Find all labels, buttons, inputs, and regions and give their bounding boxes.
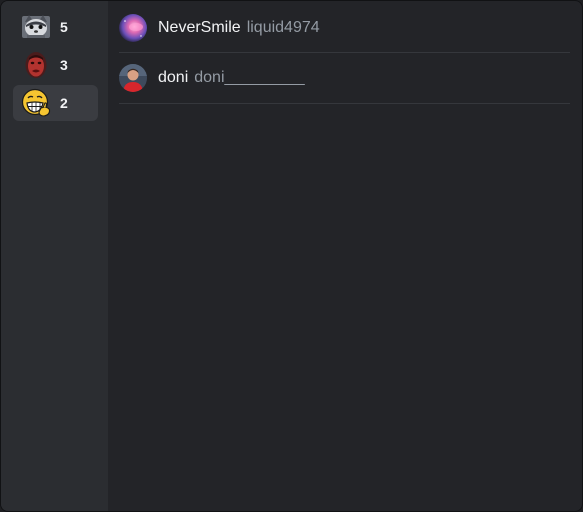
reactor-row[interactable]: doni doni_________ <box>119 53 570 104</box>
reaction-count: 5 <box>60 19 68 35</box>
reactor-username: liquid4974 <box>246 18 320 36</box>
reactions-popout: 5 3 2 NeverSmile liquid4974 doni doni___… <box>0 0 583 512</box>
reaction-count: 3 <box>60 57 68 73</box>
reaction-list: 5 3 2 <box>1 1 108 511</box>
reaction-tab-grinning-thumbs-up[interactable]: 2 <box>13 85 98 121</box>
reaction-tab-red-face[interactable]: 3 <box>13 47 98 83</box>
reaction-tab-cat[interactable]: 5 <box>13 9 98 45</box>
reactor-list: NeverSmile liquid4974 doni doni_________ <box>108 1 582 511</box>
reactor-row[interactable]: NeverSmile liquid4974 <box>119 1 570 53</box>
grinning-thumbs-up-emoji-icon <box>21 88 51 117</box>
reactor-display-name[interactable]: NeverSmile <box>158 19 241 37</box>
person-avatar-icon <box>119 64 147 92</box>
red-face-emoji-icon <box>25 52 47 78</box>
person-avatar[interactable] <box>119 64 147 92</box>
cat-face-emoji-icon <box>22 15 50 38</box>
galaxy-avatar-icon <box>119 13 147 42</box>
galaxy-avatar[interactable] <box>119 13 147 42</box>
reactor-display-name[interactable]: doni <box>158 69 188 87</box>
reaction-count: 2 <box>60 95 68 111</box>
reactor-username: doni_________ <box>194 69 305 86</box>
